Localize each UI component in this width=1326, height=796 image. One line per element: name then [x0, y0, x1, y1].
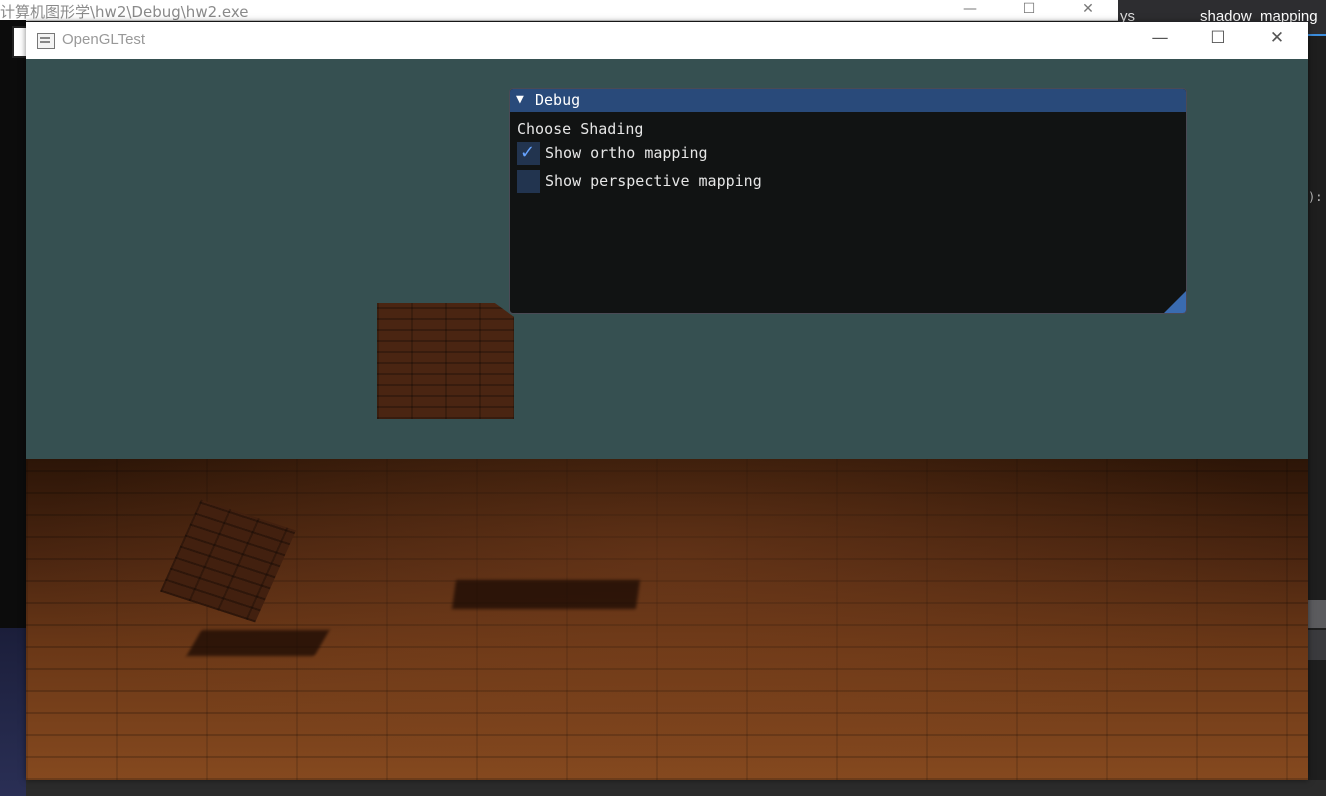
- ortho-mapping-checkbox[interactable]: ✓: [517, 142, 540, 165]
- maximize-button[interactable]: ☐: [1198, 28, 1238, 52]
- background-window-edge: [26, 780, 1326, 796]
- ide-scrollbar[interactable]: [1308, 600, 1326, 628]
- desktop-background: [0, 628, 26, 796]
- debug-panel[interactable]: ▼ Debug Choose Shading ✓ Show ortho mapp…: [509, 88, 1187, 314]
- cube-shadow-left: [186, 630, 330, 656]
- debug-panel-title: Debug: [535, 91, 581, 109]
- ortho-mapping-label[interactable]: Show ortho mapping: [545, 144, 708, 162]
- close-button[interactable]: ✕: [1257, 28, 1297, 52]
- collapse-arrow-icon[interactable]: ▼: [516, 92, 524, 107]
- ide-editor-edge: [1308, 36, 1326, 796]
- debug-panel-title-bar[interactable]: ▼ Debug: [510, 89, 1186, 112]
- console-close-button[interactable]: ✕: [1068, 0, 1108, 20]
- scene-cube-back: [377, 303, 514, 419]
- app-window-icon: [37, 33, 55, 49]
- ide-code-snippet: ):: [1308, 190, 1323, 204]
- checkmark-icon: ✓: [520, 142, 536, 163]
- perspective-mapping-label[interactable]: Show perspective mapping: [545, 172, 762, 190]
- resize-grip-icon[interactable]: [1164, 291, 1186, 313]
- console-title-bar: 计算机图形学\hw2\Debug\hw2.exe — ☐ ✕: [0, 0, 1118, 21]
- render-viewport[interactable]: ▼ Debug Choose Shading ✓ Show ortho mapp…: [26, 59, 1308, 780]
- minimize-button[interactable]: —: [1140, 28, 1180, 52]
- console-window-title: 计算机图形学\hw2\Debug\hw2.exe: [0, 3, 249, 21]
- shading-heading: Choose Shading: [517, 120, 644, 138]
- opengl-title-bar[interactable]: OpenGLTest — ☐ ✕: [26, 22, 1308, 59]
- console-maximize-button[interactable]: ☐: [1009, 0, 1049, 20]
- cube-shadow-center: [451, 580, 641, 609]
- opengl-window-title: OpenGLTest: [62, 31, 146, 48]
- ide-panel: [1308, 630, 1326, 660]
- opengl-window: OpenGLTest — ☐ ✕ ▼ Debug Choose Shading …: [26, 22, 1308, 780]
- console-minimize-button[interactable]: —: [950, 0, 990, 20]
- perspective-mapping-checkbox[interactable]: [517, 170, 540, 193]
